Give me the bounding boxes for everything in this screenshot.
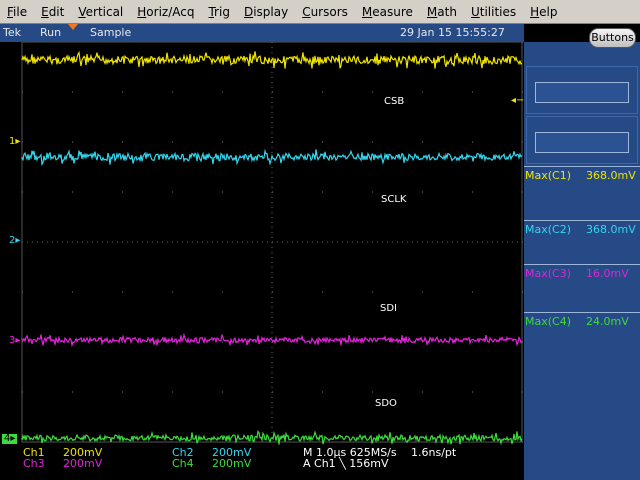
measurement-slot-1-field[interactable] <box>535 82 629 103</box>
menu-cursors[interactable]: Cursors <box>295 1 355 23</box>
brand-label: Tek <box>3 26 21 39</box>
trace-ch1 <box>21 50 523 69</box>
menu-math[interactable]: Math <box>420 1 464 23</box>
trace-ch4 <box>21 429 523 446</box>
menu-bar: File Edit Vertical Horiz/Acq Trig Displa… <box>0 0 640 24</box>
channel-4-marker[interactable]: 4▸ <box>2 433 18 444</box>
acquisition-mode: Sample <box>90 26 132 39</box>
waveform-display[interactable]: CSB SCLK SDI SDO 1▸ 2▸ 3▸ 4▸ ◂− <box>0 42 524 446</box>
date-time: 29 Jan 15 15:55:27 <box>400 26 505 39</box>
trace-ch3 <box>21 332 523 348</box>
arrow-right-icon: ▸ <box>15 335 21 346</box>
measurement-max-c3[interactable]: Max(C3) 16.0mV <box>524 264 640 318</box>
menu-trig[interactable]: Trig <box>201 1 236 23</box>
channel-1-marker[interactable]: 1▸ <box>9 137 20 147</box>
menu-horiz-acq[interactable]: Horiz/Acq <box>130 1 201 23</box>
status-bar: Tek Run Sample 29 Jan 15 15:55:27 <box>0 24 524 42</box>
waveform-label-sdo: SDO <box>375 398 397 409</box>
measurement-slot-2-field[interactable] <box>535 132 629 153</box>
trigger-position-icon <box>68 24 78 30</box>
measurement-label: Max(C2) <box>525 223 572 236</box>
measurement-value: 368.0mV <box>586 223 636 236</box>
channel-2-marker[interactable]: 2▸ <box>9 236 20 246</box>
ch3-label: Ch3 <box>23 457 45 470</box>
measurement-max-c1[interactable]: Max(C1) 368.0mV <box>524 166 640 220</box>
trigger-readout[interactable]: A Ch1 ╲ 156mV <box>303 457 389 470</box>
run-state: Run <box>40 26 62 39</box>
channel-3-marker[interactable]: 3▸ <box>9 336 20 346</box>
menu-file[interactable]: File <box>0 1 34 23</box>
waveform-label-csb: CSB <box>384 96 405 107</box>
menu-edit[interactable]: Edit <box>34 1 71 23</box>
ch4-scale[interactable]: 200mV <box>212 457 251 470</box>
buttons-button[interactable]: Buttons <box>589 28 636 48</box>
menu-vertical[interactable]: Vertical <box>71 1 130 23</box>
measurement-label: Max(C3) <box>525 267 572 280</box>
measurement-max-c4[interactable]: Max(C4) 24.0mV <box>524 312 640 366</box>
menu-utilities[interactable]: Utilities <box>464 1 523 23</box>
arrow-right-icon: ▸ <box>15 235 21 246</box>
measurement-value: 368.0mV <box>586 169 636 182</box>
measurement-value: 16.0mV <box>586 267 629 280</box>
trigger-level-icon[interactable]: ◂− <box>511 96 524 106</box>
ch4-label: Ch4 <box>172 457 194 470</box>
resolution-readout: 1.6ns/pt <box>411 446 457 459</box>
measurement-value: 24.0mV <box>586 315 629 328</box>
menu-measure[interactable]: Measure <box>355 1 420 23</box>
menu-display[interactable]: Display <box>237 1 295 23</box>
waveform-label-sclk: SCLK <box>381 194 407 205</box>
ch3-scale[interactable]: 200mV <box>63 457 102 470</box>
measurement-label: Max(C4) <box>525 315 572 328</box>
channel-readout: Ch1 200mV Ch3 200mV Ch2 200mV Ch4 200mV … <box>0 446 524 480</box>
graticule <box>21 42 523 446</box>
menu-help[interactable]: Help <box>523 1 564 23</box>
waveform-label-sdi: SDI <box>380 303 397 314</box>
arrow-right-icon: ▸ <box>10 433 16 444</box>
arrow-right-icon: ▸ <box>15 136 21 147</box>
measurement-label: Max(C1) <box>525 169 572 182</box>
